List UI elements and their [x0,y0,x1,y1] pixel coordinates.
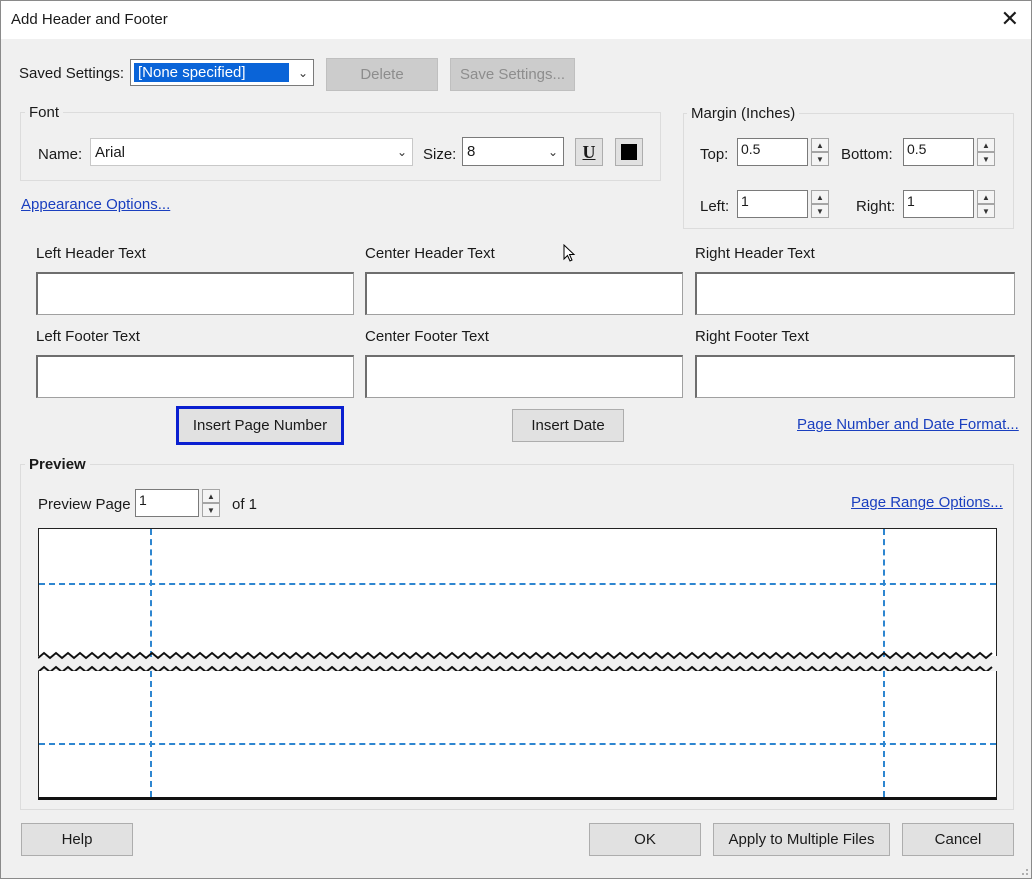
preview-page-input[interactable]: 1 [135,489,199,517]
spin-down-icon[interactable]: ▼ [202,503,220,517]
saved-settings-dropdown[interactable]: [None specified] ⌄ [130,59,314,86]
add-header-footer-dialog: Add Header and Footer ✕ Saved Settings: … [0,0,1032,879]
font-size-label: Size: [423,146,457,163]
chevron-down-icon: ⌄ [547,144,559,159]
left-margin-guide [150,671,152,797]
margin-group-title: Margin (Inches) [687,105,800,122]
chevron-down-icon: ⌄ [297,65,309,80]
page-number-date-format-link[interactable]: Page Number and Date Format... [797,416,1019,433]
left-header-label: Left Header Text [36,245,146,262]
font-name-label: Name: [38,146,83,163]
window-title: Add Header and Footer [11,11,168,28]
spin-up-icon[interactable]: ▲ [202,489,220,503]
top-margin-guide [39,583,996,585]
help-button[interactable]: Help [21,823,133,856]
left-footer-field[interactable] [36,355,354,398]
spin-up-icon[interactable]: ▲ [811,138,829,152]
center-footer-label: Center Footer Text [365,328,489,345]
saved-settings-value: [None specified] [134,63,289,82]
font-name-value: Arial [95,144,126,161]
spin-down-icon[interactable]: ▼ [811,152,829,166]
font-name-dropdown[interactable]: Arial ⌄ [90,138,413,166]
left-header-field[interactable] [36,272,354,315]
margin-top-label: Top: [700,146,729,163]
color-swatch-icon [621,144,637,160]
preview-page-spinner[interactable]: ▲ ▼ [202,489,220,517]
left-footer-label: Left Footer Text [36,328,140,345]
resize-grip-icon[interactable] [1019,866,1029,876]
right-header-field[interactable] [695,272,1015,315]
spin-down-icon[interactable]: ▼ [977,204,995,218]
insert-page-number-button[interactable]: Insert Page Number [176,406,344,445]
margin-bottom-input[interactable]: 0.5 [903,138,974,166]
mouse-cursor-icon [563,244,576,262]
appearance-options-link[interactable]: Appearance Options... [21,196,170,213]
bottom-margin-guide [39,743,996,745]
spin-up-icon[interactable]: ▲ [977,138,995,152]
underline-button[interactable]: U [575,138,603,166]
page-range-options-link[interactable]: Page Range Options... [851,494,1003,511]
margin-bottom-spinner[interactable]: ▲ ▼ [977,138,995,166]
margin-left-spinner[interactable]: ▲ ▼ [811,190,829,218]
ok-button[interactable]: OK [589,823,701,856]
spin-up-icon[interactable]: ▲ [811,190,829,204]
preview-footer-area [38,671,997,800]
apply-to-multiple-files-button[interactable]: Apply to Multiple Files [713,823,890,856]
delete-button[interactable]: Delete [326,58,438,91]
margin-top-spinner[interactable]: ▲ ▼ [811,138,829,166]
right-footer-label: Right Footer Text [695,328,809,345]
margin-left-input[interactable]: 1 [737,190,808,218]
font-group-title: Font [25,104,64,121]
right-margin-guide [883,529,885,657]
title-bar: Add Header and Footer ✕ [1,1,1031,39]
preview-page-label: Preview Page [38,496,131,513]
save-settings-button[interactable]: Save Settings... [450,58,575,91]
preview-page-count: of 1 [232,496,258,513]
spin-down-icon[interactable]: ▼ [811,204,829,218]
right-header-label: Right Header Text [695,245,815,262]
saved-settings-label: Saved Settings: [19,65,125,82]
chevron-down-icon: ⌄ [396,145,408,159]
margin-top-input[interactable]: 0.5 [737,138,808,166]
spin-up-icon[interactable]: ▲ [977,190,995,204]
margin-bottom-label: Bottom: [841,146,893,163]
margin-right-label: Right: [856,198,896,215]
spin-down-icon[interactable]: ▼ [977,152,995,166]
underline-icon: U [582,141,596,162]
preview-group-title: Preview [25,456,90,473]
font-size-dropdown[interactable]: 8 ⌄ [462,137,564,166]
right-margin-guide [883,671,885,797]
left-margin-guide [150,529,152,657]
center-footer-field[interactable] [365,355,683,398]
margin-right-input[interactable]: 1 [903,190,974,218]
center-header-field[interactable] [365,272,683,315]
center-header-label: Center Header Text [365,245,495,262]
close-icon[interactable]: ✕ [1001,7,1019,31]
cancel-button[interactable]: Cancel [902,823,1014,856]
right-footer-field[interactable] [695,355,1015,398]
margin-left-label: Left: [700,198,730,215]
font-size-value: 8 [467,143,476,160]
font-color-button[interactable] [615,138,643,166]
margin-right-spinner[interactable]: ▲ ▼ [977,190,995,218]
insert-date-button[interactable]: Insert Date [512,409,624,442]
preview-header-area [38,528,997,657]
